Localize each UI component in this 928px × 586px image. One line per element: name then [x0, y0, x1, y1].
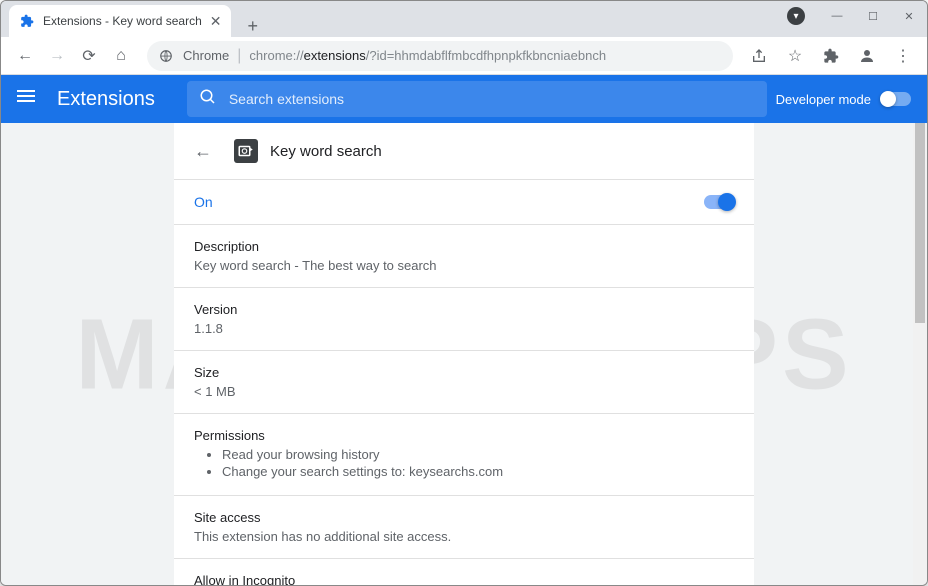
reload-icon[interactable]: ⟳: [75, 42, 103, 70]
search-input[interactable]: [229, 91, 755, 107]
maximize-icon[interactable]: ☐: [863, 10, 883, 23]
bookmark-icon[interactable]: ☆: [781, 42, 809, 70]
url-text: chrome://extensions/?id=hhmdabflfmbcdfhp…: [249, 48, 606, 63]
back-icon[interactable]: ←: [11, 42, 39, 70]
permissions-label: Permissions: [194, 428, 734, 443]
site-info-icon[interactable]: [159, 48, 175, 64]
browser-tab[interactable]: Extensions - Key word search ✕: [9, 5, 231, 37]
url-prefix: Chrome: [183, 48, 229, 63]
extension-logo-icon: [234, 139, 258, 163]
permissions-list: Read your browsing history Change your s…: [194, 447, 734, 479]
extension-name: Key word search: [270, 143, 382, 160]
permission-item: Change your search settings to: keysearc…: [222, 464, 734, 479]
page-title: Extensions: [57, 88, 155, 111]
address-bar: ← → ⟳ ⌂ Chrome | chrome://extensions/?id…: [1, 37, 927, 75]
description-value: Key word search - The best way to search: [194, 258, 734, 273]
extension-detail-panel: ← Key word search On Description Key wor…: [174, 123, 754, 586]
enable-toggle[interactable]: [704, 195, 734, 209]
size-value: < 1 MB: [194, 384, 734, 399]
extension-icon: [19, 13, 35, 29]
omnibox[interactable]: Chrome | chrome://extensions/?id=hhmdabf…: [147, 41, 733, 71]
back-arrow-icon[interactable]: ←: [194, 141, 218, 162]
account-badge[interactable]: ▾: [787, 7, 805, 25]
scrollbar[interactable]: [913, 123, 927, 586]
close-tab-icon[interactable]: ✕: [210, 13, 222, 30]
search-box[interactable]: [187, 81, 767, 117]
site-access-label: Site access: [194, 510, 734, 525]
version-value: 1.1.8: [194, 321, 734, 336]
content-area: MALWARETIPS ← Key word search On Descrip…: [1, 123, 927, 586]
tab-title: Extensions - Key word search: [43, 14, 202, 28]
site-access-value: This extension has no additional site ac…: [194, 529, 734, 544]
permission-item: Read your browsing history: [222, 447, 734, 462]
description-label: Description: [194, 239, 734, 254]
extensions-header: Extensions Developer mode: [1, 75, 927, 123]
share-icon[interactable]: [745, 42, 773, 70]
hamburger-icon[interactable]: [17, 87, 41, 111]
status-label: On: [194, 194, 213, 210]
profile-icon[interactable]: [853, 42, 881, 70]
size-label: Size: [194, 365, 734, 380]
close-window-icon[interactable]: ✕: [899, 10, 919, 23]
incognito-label: Allow in Incognito: [194, 573, 734, 586]
version-label: Version: [194, 302, 734, 317]
tab-bar: Extensions - Key word search ✕ + ▾ — ☐ ✕: [1, 1, 927, 37]
home-icon[interactable]: ⌂: [107, 42, 135, 70]
dev-mode-label: Developer mode: [776, 92, 871, 107]
menu-icon[interactable]: ⋮: [889, 42, 917, 70]
search-icon: [199, 88, 217, 111]
minimize-icon[interactable]: —: [827, 10, 847, 22]
dev-mode-toggle[interactable]: [881, 92, 911, 106]
extensions-icon[interactable]: [817, 42, 845, 70]
forward-icon: →: [43, 42, 71, 70]
new-tab-button[interactable]: +: [239, 16, 266, 37]
